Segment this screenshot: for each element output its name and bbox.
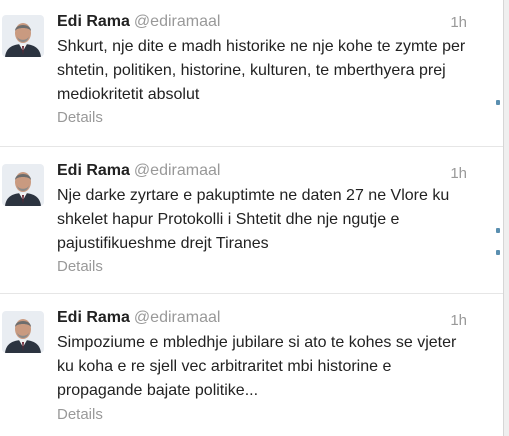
- tweet-item[interactable]: Edi Rama @ediramaal 1h Shkurt, nje dite e…: [0, 0, 503, 146]
- author-name[interactable]: Edi Rama: [57, 13, 130, 30]
- edge-marker-icon: [496, 100, 500, 105]
- author-handle[interactable]: @ediramaal: [134, 13, 221, 30]
- tweet-text: Nje darke zyrtare e pakuptimte ne daten …: [57, 187, 450, 252]
- author-name[interactable]: Edi Rama: [57, 162, 130, 179]
- avatar[interactable]: [2, 164, 44, 206]
- avatar[interactable]: [2, 311, 44, 353]
- avatar[interactable]: [2, 15, 44, 57]
- tweet-timestamp[interactable]: 1h: [450, 163, 467, 185]
- tweet-item[interactable]: Edi Rama @ediramaal 1h Simpoziume e mbled…: [0, 293, 503, 436]
- author-name[interactable]: Edi Rama: [57, 309, 130, 326]
- edge-marker-icon: [496, 228, 500, 233]
- tweet-timestamp[interactable]: 1h: [450, 12, 467, 34]
- tweet-text: Simpoziume e mbledhje jubilare si ato te…: [57, 334, 457, 399]
- edge-marker-icon: [496, 250, 500, 255]
- scrollbar-track[interactable]: [503, 0, 509, 436]
- tweet-header: Edi Rama @ediramaal: [57, 160, 467, 182]
- tweet-text: Shkurt, nje dite e madh historike ne nje…: [57, 38, 466, 103]
- details-link[interactable]: Details: [57, 257, 103, 277]
- tweet-header: Edi Rama @ediramaal: [57, 307, 467, 329]
- tweet-item[interactable]: Edi Rama @ediramaal 1h Nje darke zyrtare …: [0, 146, 503, 293]
- author-handle[interactable]: @ediramaal: [134, 162, 221, 179]
- details-link[interactable]: Details: [57, 405, 103, 425]
- tweet-timestamp[interactable]: 1h: [450, 310, 467, 332]
- tweet-header: Edi Rama @ediramaal: [57, 11, 467, 33]
- author-handle[interactable]: @ediramaal: [134, 309, 221, 326]
- details-link[interactable]: Details: [57, 108, 103, 128]
- tweet-timeline: Edi Rama @ediramaal 1h Shkurt, nje dite e…: [0, 0, 503, 436]
